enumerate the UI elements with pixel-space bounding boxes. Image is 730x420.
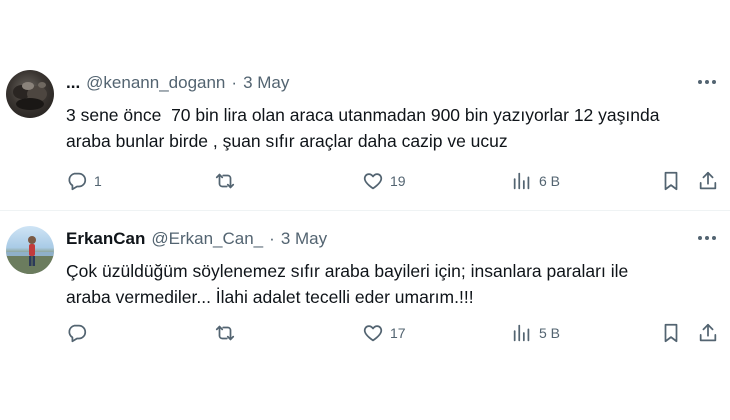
timestamp[interactable]: 3 May [281, 229, 327, 249]
views-icon [513, 324, 530, 342]
bookmark-button[interactable] [660, 168, 682, 194]
reply-icon [68, 172, 87, 191]
retweet-icon [215, 325, 235, 341]
timestamp[interactable]: 3 May [243, 73, 289, 93]
bookmark-icon [664, 171, 678, 191]
retweet-button[interactable] [214, 168, 242, 194]
heart-icon [363, 325, 383, 342]
views-button[interactable]: 6 B [511, 168, 560, 194]
view-count: 6 B [539, 173, 561, 189]
avatar-image [6, 236, 54, 274]
views-button[interactable]: 5 B [511, 320, 560, 346]
reply-button[interactable]: 1 [66, 168, 102, 194]
action-bar: 17 5 B [0, 320, 730, 346]
views-icon [513, 172, 530, 190]
avatar[interactable] [6, 70, 54, 118]
tweet-text: Çok üzüldüğüm söylenemez sıfır araba bay… [66, 261, 629, 307]
reply-icon [68, 324, 87, 343]
avatar[interactable] [6, 226, 54, 274]
tweet-text: 3 sene önce 70 bin lira olan araca utanm… [66, 105, 660, 151]
separator: · [231, 73, 238, 92]
share-button[interactable] [697, 168, 719, 194]
avatar-image [13, 82, 47, 110]
like-count: 17 [390, 325, 406, 341]
user-handle[interactable]: @kenann_dogann [86, 73, 225, 93]
user-handle[interactable]: @Erkan_Can_ [151, 229, 263, 249]
separator: · [269, 229, 275, 248]
tweet-header: ErkanCan @Erkan_Can_ · 3 May [66, 228, 327, 250]
reply-button[interactable] [66, 320, 94, 346]
display-name[interactable]: ErkanCan [66, 229, 145, 249]
more-icon[interactable] [696, 74, 718, 90]
more-icon[interactable] [696, 230, 718, 246]
share-icon [699, 323, 717, 342]
action-bar: 1 19 6 B [0, 168, 730, 194]
retweet-icon [215, 173, 235, 189]
like-count: 19 [390, 173, 406, 189]
bookmark-icon [664, 323, 678, 343]
heart-icon [363, 173, 383, 190]
display-name[interactable]: ... [66, 73, 80, 93]
share-icon [699, 171, 717, 190]
view-count: 5 B [539, 325, 561, 341]
tweet-header: ... @kenann_dogann · 3 May [66, 72, 289, 94]
tweet-divider [0, 210, 730, 211]
retweet-button[interactable] [214, 320, 242, 346]
like-button[interactable]: 19 [362, 168, 406, 194]
bookmark-button[interactable] [660, 320, 682, 346]
like-button[interactable]: 17 [362, 320, 406, 346]
reply-count: 1 [94, 173, 102, 189]
tweet[interactable]: ... @kenann_dogann · 3 May 3 sene önce 7… [0, 62, 730, 208]
share-button[interactable] [697, 320, 719, 346]
